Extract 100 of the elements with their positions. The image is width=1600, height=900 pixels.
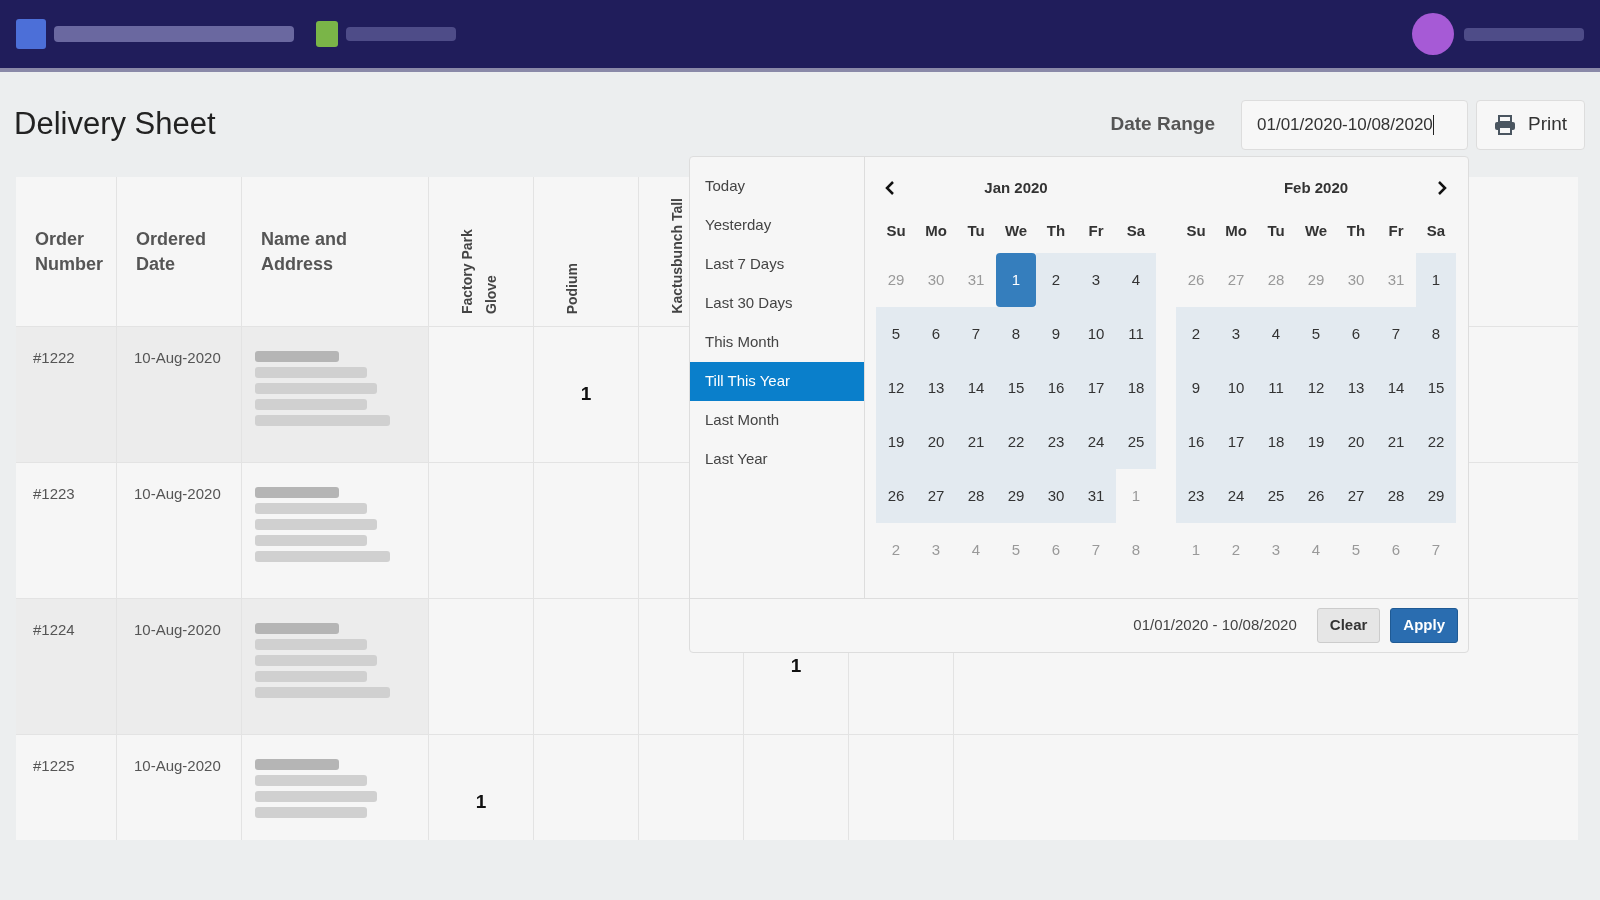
calendar-day[interactable]: 20 (1336, 415, 1376, 469)
weekday-label: Su (885, 220, 907, 241)
calendar-day[interactable]: 14 (1376, 361, 1416, 415)
calendar-day[interactable]: 5 (1296, 307, 1336, 361)
calendar-day[interactable]: 21 (956, 415, 996, 469)
calendar-day[interactable]: 8 (996, 307, 1036, 361)
calendar-day[interactable]: 13 (1336, 361, 1376, 415)
calendar-day[interactable]: 14 (956, 361, 996, 415)
calendar-day[interactable]: 16 (1036, 361, 1076, 415)
calendar-day[interactable]: 13 (916, 361, 956, 415)
range-option[interactable]: Yesterday (690, 206, 864, 245)
range-option[interactable]: Till This Year (690, 362, 864, 401)
calendar-day[interactable]: 23 (1176, 469, 1216, 523)
calendar-day[interactable]: 12 (876, 361, 916, 415)
calendar-day[interactable]: 3 (1216, 307, 1256, 361)
calendar-day[interactable]: 22 (996, 415, 1036, 469)
calendar-day[interactable]: 4 (1256, 307, 1296, 361)
calendar-day[interactable]: 9 (1036, 307, 1076, 361)
weekday-label: Tu (966, 220, 986, 241)
calendar-day[interactable]: 18 (1116, 361, 1156, 415)
table-cell: #1223 (33, 485, 75, 502)
table-cell: 10-Aug-2020 (134, 621, 221, 638)
calendar-day[interactable]: 20 (916, 415, 956, 469)
calendar-day[interactable]: 1 (996, 253, 1036, 307)
range-option[interactable]: Last Month (690, 401, 864, 440)
quantity: 1 (475, 790, 487, 815)
calendar-day[interactable]: 2 (1176, 307, 1216, 361)
calendar-day[interactable]: 9 (1176, 361, 1216, 415)
weekday-label: Fr (1087, 220, 1105, 241)
calendar-day[interactable]: 29 (1416, 469, 1456, 523)
calendar-day[interactable]: 6 (916, 307, 956, 361)
calendar-day[interactable]: 31 (1076, 469, 1116, 523)
column-header: Podium (563, 262, 581, 314)
weekday-label: Sa (1425, 220, 1447, 241)
calendar-day[interactable]: 10 (1076, 307, 1116, 361)
column-header: Ordered Date (136, 227, 208, 276)
calendar-day[interactable]: 30 (1036, 469, 1076, 523)
calendar-day[interactable]: 11 (1256, 361, 1296, 415)
calendar-day[interactable]: 27 (1336, 469, 1376, 523)
next-month-icon[interactable] (1436, 180, 1448, 196)
calendar-day[interactable]: 23 (1036, 415, 1076, 469)
calendar-day[interactable]: 7 (1376, 307, 1416, 361)
calendar-day[interactable]: 18 (1256, 415, 1296, 469)
weekday-label: We (1003, 220, 1029, 241)
calendar-day[interactable]: 19 (876, 415, 916, 469)
column-header: Factory Park Glove (458, 228, 500, 314)
user-avatar[interactable] (1412, 13, 1454, 55)
weekday-label: Th (1345, 220, 1367, 241)
calendar-day[interactable]: 28 (956, 469, 996, 523)
calendar-day[interactable]: 25 (1116, 415, 1156, 469)
calendar-day[interactable]: 10 (1216, 361, 1256, 415)
calendar-day[interactable]: 24 (1216, 469, 1256, 523)
range-option[interactable]: This Month (690, 323, 864, 362)
shop-bag-icon (316, 21, 338, 47)
calendar-day[interactable]: 3 (1076, 253, 1116, 307)
calendar-day[interactable]: 19 (1296, 415, 1336, 469)
calendar-day[interactable]: 17 (1076, 361, 1116, 415)
clear-button[interactable]: Clear (1316, 608, 1381, 643)
month-title: Feb 2020 (1283, 177, 1349, 198)
calendar-day[interactable]: 26 (876, 469, 916, 523)
calendar-day[interactable]: 7 (956, 307, 996, 361)
weekday-label: Tu (1266, 220, 1286, 241)
calendar-day[interactable]: 17 (1216, 415, 1256, 469)
calendar-day[interactable]: 16 (1176, 415, 1216, 469)
column-header: Order Number (35, 227, 103, 276)
previous-month-icon[interactable] (884, 180, 896, 196)
table-cell: #1222 (33, 349, 75, 366)
table-cell: #1225 (33, 757, 75, 774)
calendar-day[interactable]: 6 (1336, 307, 1376, 361)
date-range-field[interactable]: 01/01/2020-10/08/2020 (1241, 99, 1468, 150)
apply-button[interactable]: Apply (1390, 608, 1458, 643)
weekday-label: Mo (1224, 220, 1248, 241)
calendar-day[interactable]: 24 (1076, 415, 1116, 469)
quantity: 1 (790, 654, 802, 679)
calendar-day[interactable]: 15 (996, 361, 1036, 415)
calendar-day[interactable]: 27 (916, 469, 956, 523)
range-option[interactable]: Last 30 Days (690, 284, 864, 323)
calendar-day[interactable]: 26 (1296, 469, 1336, 523)
calendar-day[interactable]: 28 (1376, 469, 1416, 523)
calendar-day[interactable]: 11 (1116, 307, 1156, 361)
calendar-day[interactable]: 15 (1416, 361, 1456, 415)
print-button[interactable]: Print (1476, 99, 1585, 150)
selected-range-text: 01/01/2020 - 10/08/2020 (1133, 615, 1297, 636)
calendar-day[interactable]: 5 (876, 307, 916, 361)
table-cell: 10-Aug-2020 (134, 349, 221, 366)
weekday-label: Su (1185, 220, 1207, 241)
calendar-day[interactable]: 12 (1296, 361, 1336, 415)
calendar-day[interactable]: 8 (1416, 307, 1456, 361)
calendar-day[interactable]: 22 (1416, 415, 1456, 469)
calendar-day[interactable]: 29 (996, 469, 1036, 523)
quantity: 1 (580, 382, 592, 407)
calendar-day[interactable]: 21 (1376, 415, 1416, 469)
calendar-day[interactable]: 1 (1416, 253, 1456, 307)
calendar-day[interactable]: 2 (1036, 253, 1076, 307)
range-option[interactable]: Today (690, 167, 864, 206)
range-option[interactable]: Last Year (690, 440, 864, 479)
calendar-day[interactable]: 25 (1256, 469, 1296, 523)
date-range-label: Date Range (1110, 112, 1215, 137)
range-option[interactable]: Last 7 Days (690, 245, 864, 284)
calendar-day[interactable]: 4 (1116, 253, 1156, 307)
